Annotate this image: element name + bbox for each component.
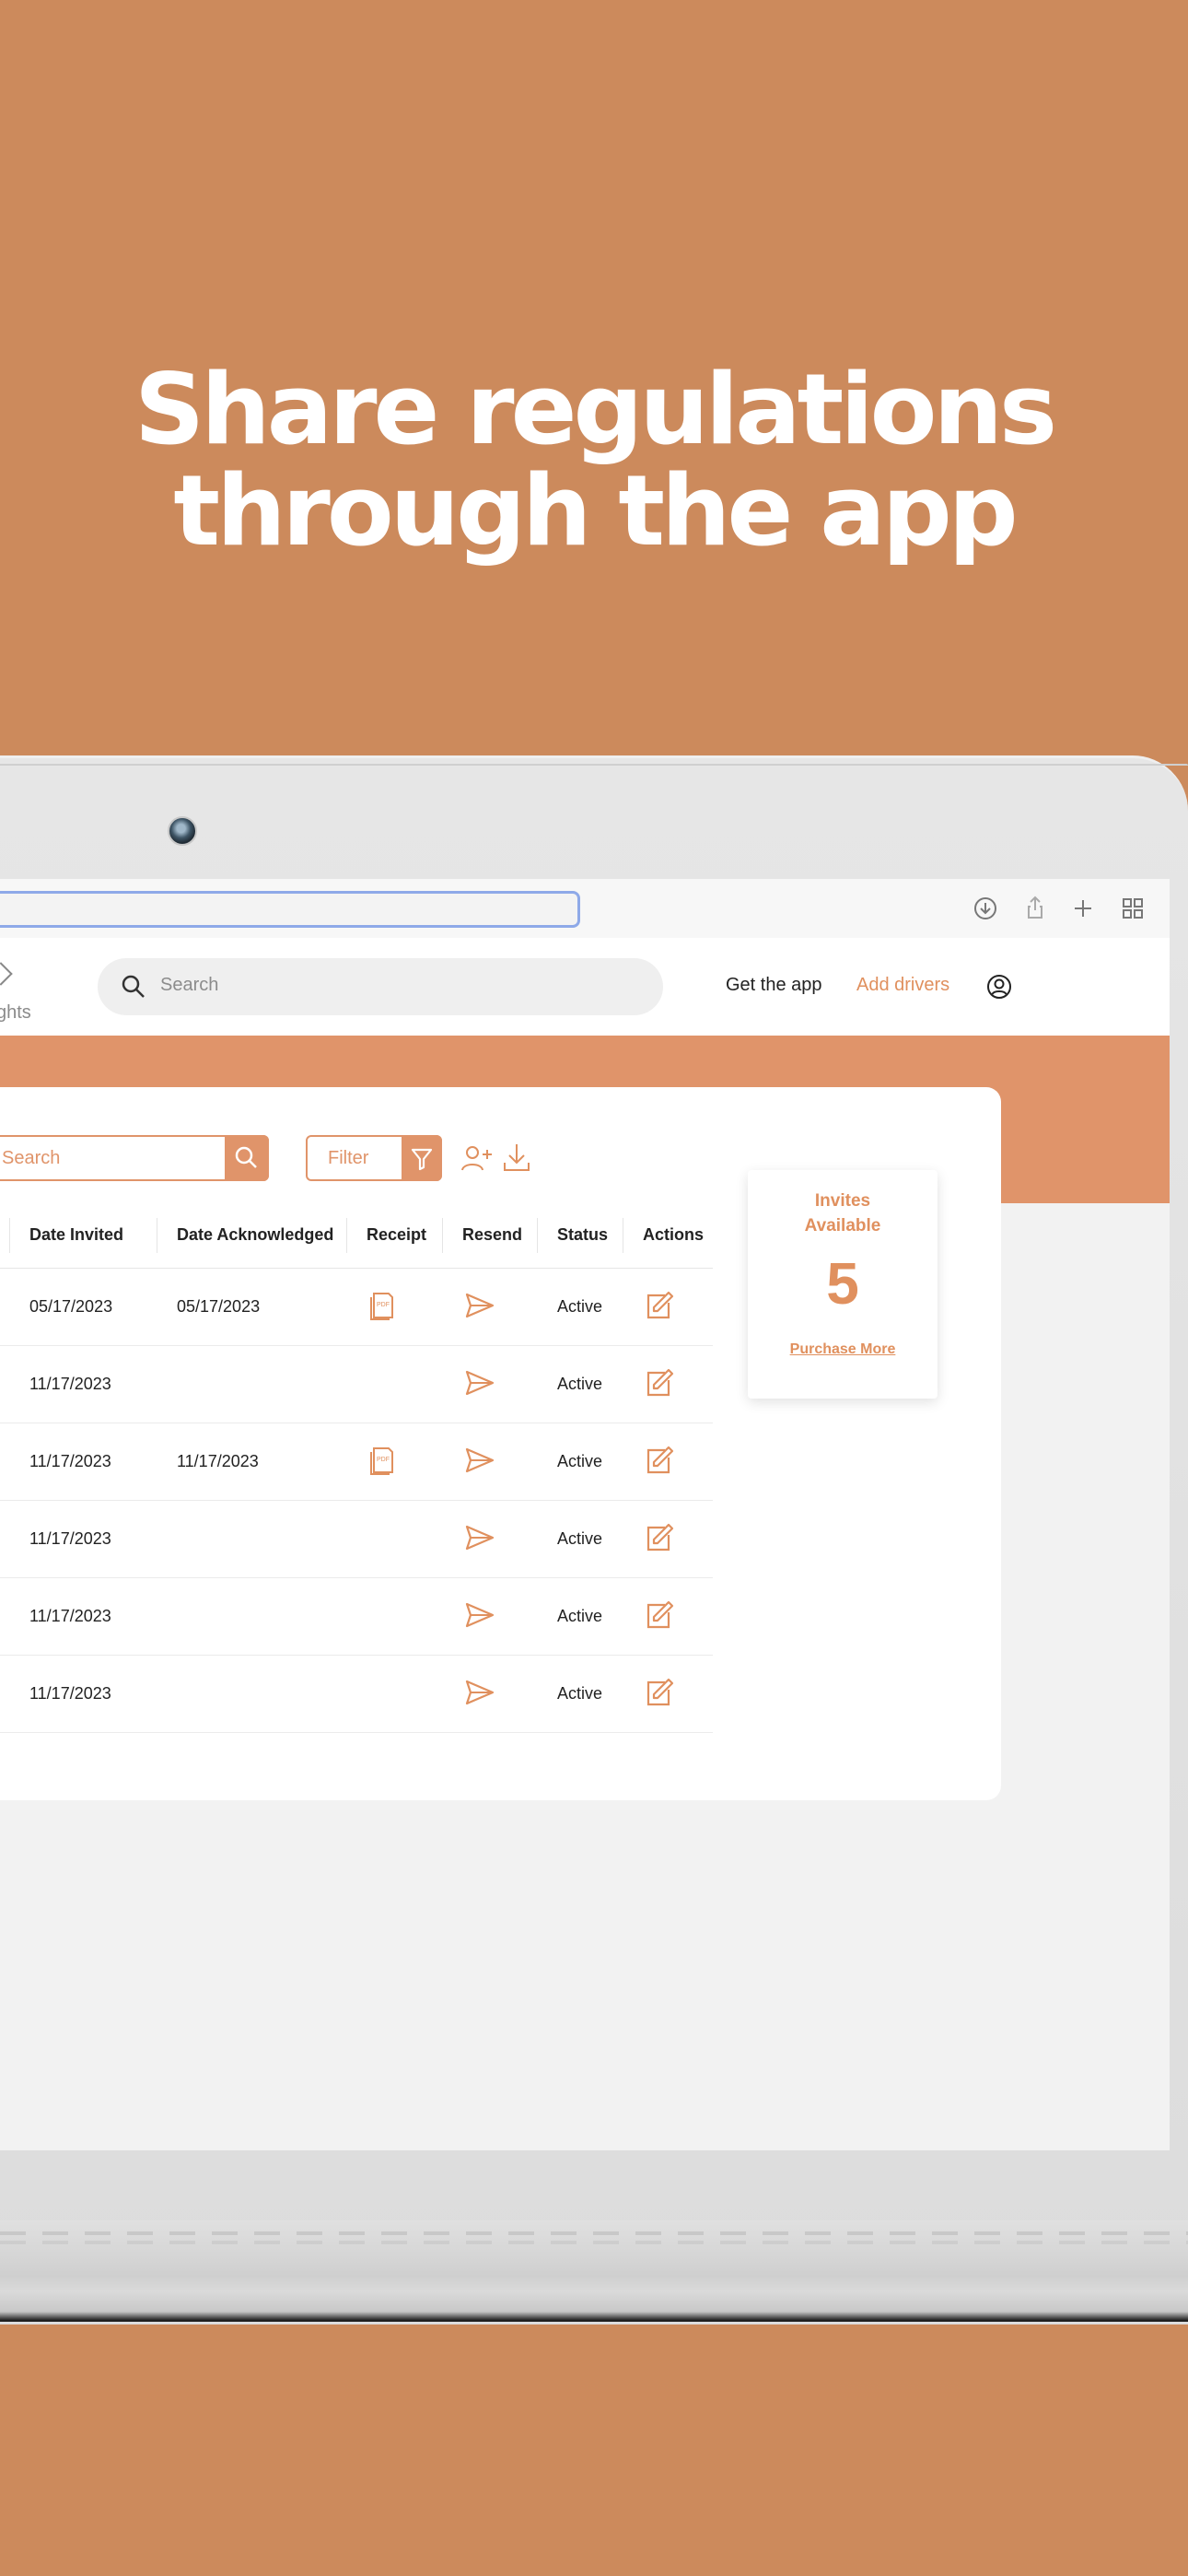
- column-date-acknowledged[interactable]: Date Acknowledged: [177, 1225, 333, 1245]
- invites-title: Invites Available: [748, 1188, 938, 1238]
- row-date-invited: 11/17/2023: [29, 1452, 111, 1470]
- column-actions[interactable]: Actions: [643, 1225, 704, 1245]
- table-row[interactable]: m11/17/2023Active: [0, 1577, 713, 1656]
- column-divider: [537, 1218, 538, 1253]
- table-row[interactable]: m11/17/2023Active: [0, 1500, 713, 1578]
- filter-icon: [411, 1148, 433, 1171]
- chevron-right-icon[interactable]: [0, 962, 13, 986]
- send-icon[interactable]: [464, 1292, 495, 1319]
- svg-text:PDF: PDF: [377, 1457, 390, 1463]
- column-divider: [9, 1218, 10, 1253]
- table-search-button[interactable]: [225, 1135, 269, 1181]
- add-drivers-link[interactable]: Add drivers: [856, 975, 949, 996]
- camera-icon: [168, 816, 197, 846]
- table-row[interactable]: m11/17/2023Active: [0, 1655, 713, 1733]
- row-date-acknowledged: 11/17/2023: [177, 1452, 259, 1470]
- column-receipt[interactable]: Receipt: [367, 1225, 426, 1245]
- row-date-invited: 05/17/2023: [29, 1297, 113, 1316]
- column-resend[interactable]: Resend: [462, 1225, 522, 1245]
- row-date-invited: 11/17/2023: [29, 1607, 111, 1625]
- app-header: ghts Search Get the app Add drivers: [0, 938, 1170, 1036]
- edit-icon[interactable]: [643, 1367, 674, 1399]
- user-account-icon[interactable]: [985, 973, 1013, 1001]
- laptop-hinge: [0, 2220, 1188, 2322]
- add-user-icon[interactable]: [460, 1142, 494, 1174]
- row-status: Active: [557, 1529, 603, 1548]
- column-date-invited[interactable]: Date Invited: [29, 1225, 123, 1245]
- column-divider: [346, 1218, 347, 1253]
- headline-line-1: Share regulations: [134, 353, 1057, 466]
- row-date-invited: 11/17/2023: [29, 1684, 111, 1703]
- pdf-icon[interactable]: PDF: [368, 1288, 398, 1321]
- hinge-detail: [0, 2231, 1188, 2235]
- table-search-placeholder: Search: [2, 1148, 61, 1168]
- laptop-screen: ghts Search Get the app Add drivers Sear…: [0, 879, 1170, 2150]
- column-status[interactable]: Status: [557, 1225, 608, 1245]
- send-icon[interactable]: [464, 1679, 495, 1706]
- drivers-table: Date Invited Date Acknowledged Receipt R…: [0, 1203, 713, 1756]
- search-input[interactable]: Search: [98, 958, 663, 1015]
- drivers-card: Search Filter Date Invited Date Acknowle…: [0, 1087, 1001, 1800]
- filter-label: Filter: [328, 1148, 369, 1168]
- download-icon[interactable]: [501, 1141, 532, 1174]
- row-status: Active: [557, 1375, 603, 1393]
- get-app-link[interactable]: Get the app: [726, 975, 822, 996]
- search-icon: [122, 975, 145, 998]
- edit-icon[interactable]: [643, 1290, 674, 1321]
- send-icon[interactable]: [464, 1446, 495, 1474]
- table-row[interactable]: m11/17/2023Active: [0, 1345, 713, 1423]
- send-icon[interactable]: [464, 1369, 495, 1397]
- send-icon[interactable]: [464, 1524, 495, 1551]
- search-icon: [235, 1146, 257, 1168]
- invites-count: 5: [826, 1250, 859, 1317]
- table-row[interactable]: 05/17/2023 05/17/2023 PDF Active: [0, 1268, 713, 1346]
- edit-icon[interactable]: [643, 1522, 674, 1553]
- headline-line-2: through the app: [173, 454, 1018, 568]
- invites-available-card: Invites Available 5 Purchase More: [748, 1170, 938, 1399]
- invites-title-line-1: Invites: [814, 1191, 871, 1211]
- address-bar[interactable]: [0, 891, 580, 928]
- table-header: Date Invited Date Acknowledged Receipt R…: [0, 1203, 713, 1269]
- row-status: Active: [557, 1452, 603, 1470]
- tabs-grid-icon[interactable]: [1118, 894, 1147, 923]
- column-divider: [442, 1218, 443, 1253]
- row-status: Active: [557, 1607, 603, 1625]
- plus-icon[interactable]: [1068, 894, 1098, 923]
- row-date-invited: 11/17/2023: [29, 1375, 111, 1393]
- table-row[interactable]: m11/17/202311/17/2023PDFActive: [0, 1423, 713, 1501]
- row-status: Active: [557, 1684, 603, 1703]
- share-icon[interactable]: [1020, 894, 1050, 923]
- headline: Share regulations through the app: [0, 359, 1188, 562]
- row-status: Active: [557, 1297, 603, 1316]
- edit-icon[interactable]: [643, 1677, 674, 1708]
- filter-dropdown[interactable]: Filter: [306, 1135, 442, 1181]
- download-icon[interactable]: [971, 894, 1000, 923]
- browser-toolbar: [0, 879, 1170, 939]
- row-date-invited: 11/17/2023: [29, 1529, 111, 1548]
- edit-icon[interactable]: [643, 1445, 674, 1476]
- send-icon[interactable]: [464, 1601, 495, 1629]
- row-date-acknowledged: 05/17/2023: [177, 1297, 261, 1316]
- table-search-input[interactable]: Search: [0, 1135, 269, 1181]
- purchase-more-link[interactable]: Purchase More: [748, 1341, 938, 1358]
- pdf-icon[interactable]: PDF: [368, 1443, 398, 1476]
- filter-button[interactable]: [402, 1135, 442, 1181]
- invites-title-line-2: Available: [804, 1216, 881, 1235]
- laptop-bezel-line: [0, 764, 1188, 766]
- search-placeholder: Search: [160, 975, 219, 995]
- nav-item-label[interactable]: ghts: [0, 1002, 31, 1024]
- edit-icon[interactable]: [643, 1599, 674, 1631]
- svg-text:PDF: PDF: [377, 1302, 390, 1308]
- hinge-detail: [0, 2241, 1188, 2244]
